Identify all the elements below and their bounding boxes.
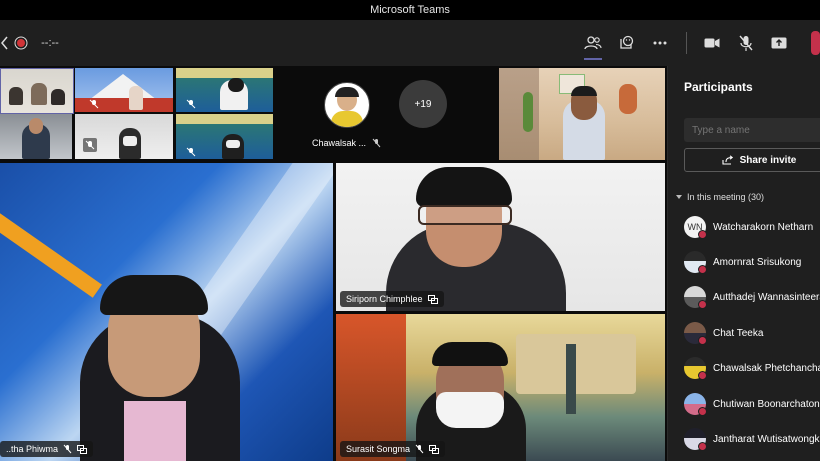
participants-icon [584, 36, 602, 50]
video-stage: Chawalsak ... +19 ..tha Phiwma Siriporn … [0, 66, 667, 461]
reactions-icon [619, 35, 633, 49]
participant-row[interactable]: Jantharat Wutisatwongku... [684, 426, 820, 452]
featured-avatar-name: Chawalsak ... [312, 138, 367, 148]
participant-row[interactable]: Autthadej Wannasinteera... [684, 284, 820, 310]
mic-off-icon [63, 444, 72, 454]
spotlight-icon [427, 294, 438, 304]
meeting-toolbar: --:-- [0, 20, 820, 67]
overflow-participants-button[interactable]: +19 [399, 80, 447, 128]
avatar [684, 251, 707, 274]
participant-row[interactable]: Amornrat Srisukong [684, 249, 820, 275]
mic-off-icon [415, 444, 424, 454]
participants-button[interactable] [582, 20, 604, 66]
leave-icon [811, 31, 820, 55]
mic-off-icon [739, 35, 753, 51]
recording-icon [14, 20, 28, 66]
share-invite-label: Share invite [739, 154, 797, 166]
video-tile-main[interactable]: ..tha Phiwma [0, 163, 333, 461]
reactions-button[interactable] [616, 20, 636, 66]
avatar [684, 286, 707, 309]
speaker-three-name: Surasit Songma [346, 444, 411, 454]
video-tile[interactable] [499, 68, 665, 160]
mic-off-icon [186, 144, 196, 157]
camera-icon [704, 38, 720, 48]
spotlight-icon [77, 444, 88, 454]
mic-off-icon [89, 96, 99, 109]
more-options-button[interactable] [650, 20, 670, 66]
spotlight-icon [429, 444, 440, 454]
participant-name: Watcharakorn Netharn [713, 221, 814, 233]
gallery-thumb[interactable] [75, 114, 173, 159]
participant-row[interactable]: Chat Teeka [684, 320, 820, 346]
section-label: In this meeting (30) [687, 192, 765, 202]
participant-search-input[interactable] [684, 118, 820, 142]
avatar [684, 393, 707, 416]
window-title: Microsoft Teams [370, 4, 450, 16]
avatar [684, 322, 707, 345]
gallery-thumb[interactable] [75, 68, 173, 112]
participant-name: Chutiwan Boonarchatong [713, 398, 820, 410]
share-icon [722, 155, 733, 165]
participant-nametag: Surasit Songma [340, 441, 446, 457]
share-invite-button[interactable]: Share invite [684, 148, 820, 172]
speaker-two-name: Siriporn Chimphlee [346, 294, 423, 304]
share-icon [771, 37, 787, 49]
participant-search-field[interactable] [684, 118, 820, 142]
avatar [684, 357, 707, 380]
participant-nametag: ..tha Phiwma [0, 441, 94, 457]
participant-name: Chat Teeka [713, 327, 764, 339]
mic-off-icon [186, 96, 196, 109]
panel-title: Participants [684, 80, 753, 94]
meeting-timer: --:-- [41, 37, 59, 49]
gallery-thumb[interactable] [0, 114, 72, 159]
mic-off-icon [83, 138, 97, 152]
participant-name: Autthadej Wannasinteera... [713, 291, 820, 303]
avatar: WN [684, 216, 707, 239]
avatar [684, 428, 707, 451]
mic-off-icon [372, 138, 381, 148]
toolbar-divider [686, 32, 687, 54]
participant-name: Chawalsak Phetchanchai [713, 362, 820, 374]
main-speaker-name: ..tha Phiwma [6, 444, 59, 454]
participant-nametag: Siriporn Chimphlee [340, 291, 444, 307]
more-icon [653, 41, 667, 45]
gallery-thumb[interactable] [176, 114, 273, 159]
gallery-thumb[interactable] [0, 68, 74, 114]
leave-button[interactable] [805, 20, 820, 66]
video-tile[interactable]: Surasit Songma [336, 314, 665, 461]
gallery-thumb[interactable] [176, 68, 273, 112]
featured-avatar-tile[interactable]: Chawalsak ... [300, 68, 392, 158]
participants-panel: Participants Share invite In this meetin… [667, 66, 820, 461]
window-title-bar: Microsoft Teams [0, 0, 820, 20]
back-chevron-icon[interactable] [0, 20, 10, 66]
participant-name: Jantharat Wutisatwongku... [713, 433, 820, 445]
chevron-down-icon [676, 194, 682, 199]
active-indicator [584, 58, 602, 60]
participant-row[interactable]: WN Watcharakorn Netharn [684, 214, 820, 240]
camera-button[interactable] [702, 20, 722, 66]
overflow-count: +19 [414, 98, 432, 110]
participant-row[interactable]: Chawalsak Phetchanchai [684, 355, 820, 381]
participant-row[interactable]: Chutiwan Boonarchatong [684, 391, 820, 417]
participant-name: Amornrat Srisukong [713, 256, 802, 268]
in-meeting-section-header[interactable]: In this meeting (30) [676, 192, 764, 202]
microphone-button[interactable] [736, 20, 756, 66]
avatar [324, 82, 370, 128]
share-content-button[interactable] [769, 20, 789, 66]
video-tile[interactable]: Siriporn Chimphlee [336, 163, 665, 311]
